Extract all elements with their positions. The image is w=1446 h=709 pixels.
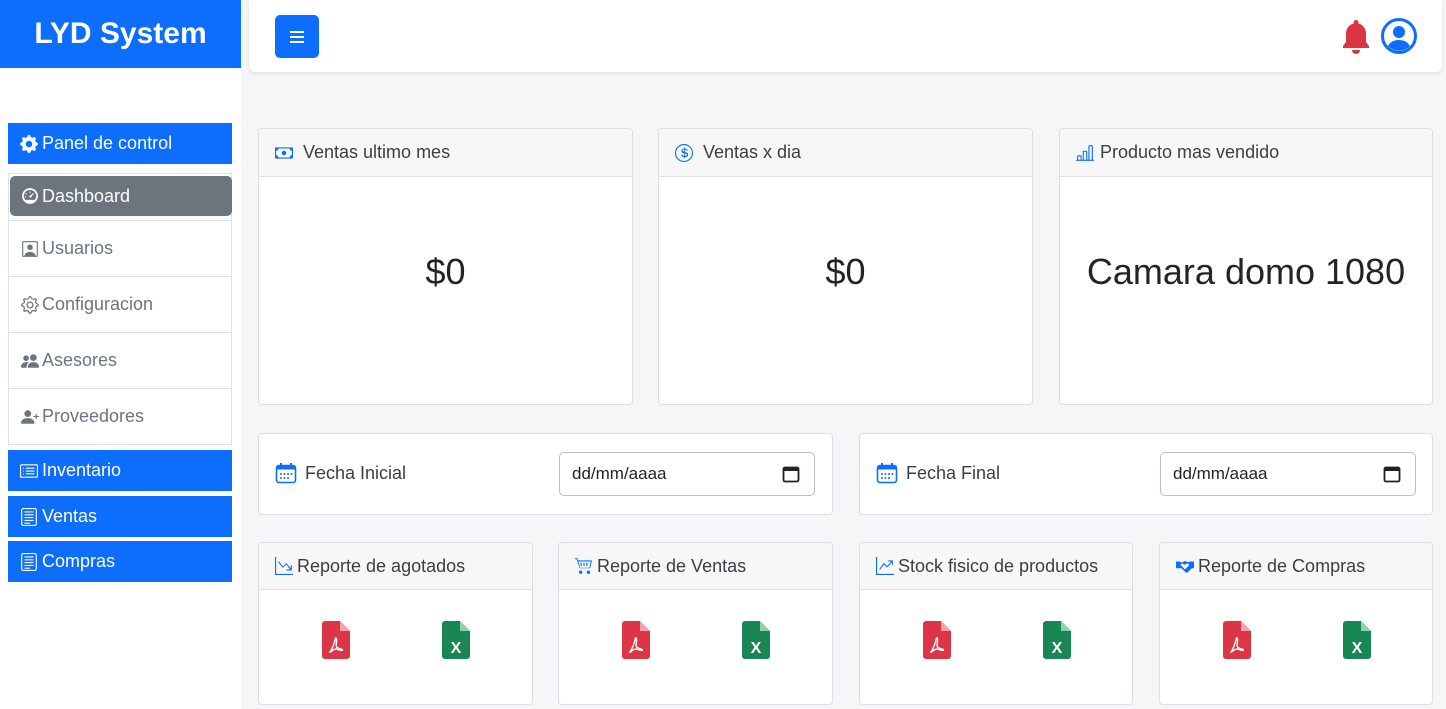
graph-down-icon [275,557,293,575]
date-label: Fecha Final [876,462,1000,484]
excel-file-icon[interactable]: X [1343,621,1371,659]
card-title: Ventas ultimo mes [303,142,451,162]
card-header: Stock fisico de productos [860,543,1132,590]
stat-card-ventas-ultimo-mes: Ventas ultimo mes $0 [258,128,633,405]
svg-text:X: X [751,640,762,657]
sidebar-item-label: Usuarios [42,238,114,258]
journal-text-icon [21,552,37,571]
menu-icon [290,30,304,43]
card-title: Ventas x dia [703,142,802,162]
date-placeholder: dd/mm/aaaa [572,464,667,483]
date-placeholder: dd/mm/aaaa [1173,464,1268,483]
sidebar-item-ventas[interactable]: Ventas [8,496,232,537]
svg-text:X: X [1352,640,1363,657]
date-filter-final: Fecha Final dd/mm/aaaa [859,433,1433,515]
user-circle-icon[interactable] [1380,17,1418,55]
report-card-agotados: Reporte de agotados X [258,542,533,705]
brand-title[interactable]: LYD System [0,0,241,68]
sidebar-item-label: Configuracion [42,294,154,314]
sidebar-item-configuracion[interactable]: Configuracion [9,276,231,332]
calendar-picker-icon[interactable] [782,465,800,483]
stat-value: Camara domo 1080 [1086,251,1406,292]
calendar-picker-icon[interactable] [1383,465,1401,483]
sidebar-item-label: Dashboard [42,185,131,206]
pdf-file-icon[interactable] [622,621,650,659]
svg-text:X: X [451,640,462,657]
card-title: Stock fisico de productos [898,555,1099,576]
card-title: Reporte de Compras [1198,555,1366,576]
svg-text:X: X [1052,640,1063,657]
sidebar-item-usuarios[interactable]: Usuarios [9,220,231,276]
cash-icon [275,146,293,159]
person-plus-icon [21,409,39,424]
pdf-file-icon[interactable] [1223,621,1251,659]
sidebar-item-inventario[interactable]: Inventario [8,450,232,491]
sidebar-item-label: Panel de control [42,133,173,153]
report-card-compras: Reporte de Compras X [1159,542,1433,705]
excel-file-icon[interactable]: X [442,621,470,659]
date-filter-initial: Fecha Inicial dd/mm/aaaa [258,433,833,515]
report-card-stock: Stock fisico de productos X [859,542,1133,705]
card-header: Reporte de agotados [259,543,532,590]
journal-text-icon [21,507,37,526]
excel-file-icon[interactable]: X [742,621,770,659]
person-square-icon [22,240,38,257]
card-title: Reporte de Ventas [597,555,747,576]
fecha-final-input[interactable]: dd/mm/aaaa [1160,452,1416,496]
cart-icon [575,558,592,574]
sidebar-item-panel-de-control[interactable]: Panel de control [8,123,232,164]
sidebar-item-label: Inventario [42,460,122,480]
fecha-inicial-input[interactable]: dd/mm/aaaa [559,452,815,496]
card-title: Reporte de agotados [297,555,466,576]
bell-icon[interactable] [1340,18,1372,56]
coin-icon [675,143,693,162]
sidebar-item-compras[interactable]: Compras [8,541,232,582]
card-header: Reporte de Ventas [559,543,832,590]
sidebar-item-label: Proveedores [42,406,145,426]
speedometer-icon [22,188,38,204]
sidebar-item-asesores[interactable]: Asesores [9,332,231,388]
card-header: Producto mas vendido [1060,129,1432,177]
card-list-icon [20,463,38,478]
people-icon [21,353,39,368]
card-header: Ventas ultimo mes [259,129,632,177]
top-navbar [249,0,1442,72]
card-header: Reporte de Compras [1160,543,1432,590]
graph-up-icon [876,557,894,575]
date-label-text: Fecha Final [906,462,1001,483]
bar-chart-icon [1076,144,1094,161]
gear-icon [21,295,39,314]
calendar-icon [876,463,898,484]
sidebar: LYD System Panel de control Dashboard Us… [0,0,241,709]
pdf-file-icon[interactable] [322,621,350,659]
report-card-ventas: Reporte de Ventas X [558,542,833,705]
excel-file-icon[interactable]: X [1043,621,1071,659]
card-header: Ventas x dia [659,129,1032,177]
date-label-text: Fecha Inicial [305,462,407,483]
card-title: Producto mas vendido [1100,142,1280,162]
sidebar-item-label: Ventas [42,506,98,526]
stat-value: $0 [425,251,466,292]
date-label: Fecha Inicial [275,462,406,484]
sidebar-item-label: Compras [42,551,116,571]
gear-icon [20,134,38,153]
calendar-icon [275,463,297,484]
sidebar-item-proveedores[interactable]: Proveedores [9,388,231,444]
sidebar-item-dashboard[interactable]: Dashboard [10,176,232,216]
sidebar-toggle-button[interactable] [275,15,319,58]
stat-value: $0 [825,251,866,292]
pdf-file-icon[interactable] [923,621,951,659]
stat-card-producto-mas-vendido: Producto mas vendido Camara domo 1080 [1059,128,1433,405]
sidebar-submenu: Dashboard Usuarios Configuracion Asesore… [8,173,232,445]
sidebar-item-label: Asesores [42,350,118,370]
stat-card-ventas-x-dia: Ventas x dia $0 [658,128,1033,405]
handshake-icon [1176,560,1194,573]
